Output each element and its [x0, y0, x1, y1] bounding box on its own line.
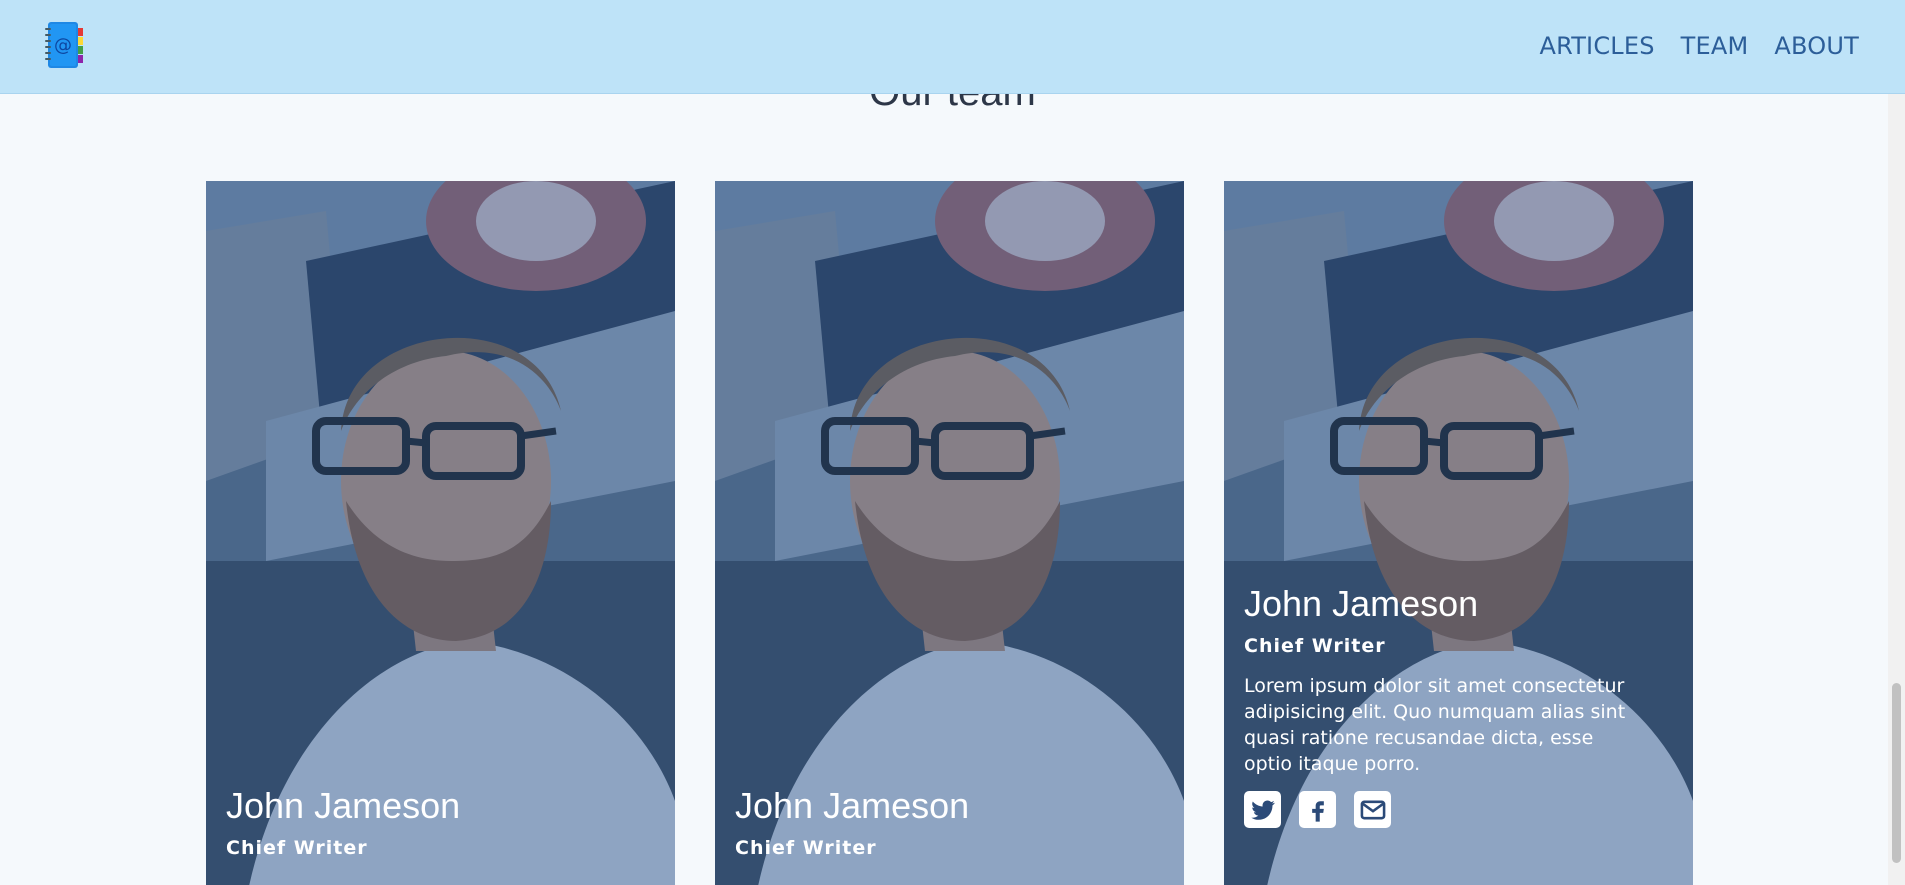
- member-info: John Jameson Chief Writer: [226, 785, 615, 875]
- nav-team[interactable]: TEAM: [1681, 32, 1749, 60]
- main-nav: ARTICLES TEAM ABOUT: [1539, 32, 1859, 60]
- member-role: Chief Writer: [735, 837, 877, 859]
- mail-icon[interactable]: [1354, 791, 1391, 828]
- scrollbar-thumb[interactable]: [1892, 683, 1901, 863]
- page-scrollbar[interactable]: [1888, 0, 1905, 885]
- member-role: Chief Writer: [1244, 635, 1386, 657]
- member-name: John Jameson: [735, 785, 970, 826]
- svg-text:@: @: [54, 35, 72, 56]
- member-bio: Lorem ipsum dolor sit amet consectetur a…: [1244, 675, 1626, 775]
- team-card-hovered[interactable]: John Jameson Chief Writer Lorem ipsum do…: [1224, 181, 1693, 885]
- social-links: [1244, 791, 1633, 828]
- team-card: John Jameson Chief Writer: [206, 181, 675, 885]
- nav-articles[interactable]: ARTICLES: [1539, 32, 1654, 60]
- team-card: John Jameson Chief Writer: [715, 181, 1184, 885]
- page: @ ARTICLES TEAM ABOUT Our team: [0, 0, 1905, 885]
- member-info: John Jameson Chief Writer Lorem ipsum do…: [1244, 583, 1633, 828]
- photo-overlay: [206, 181, 675, 885]
- nav-about[interactable]: ABOUT: [1774, 32, 1859, 60]
- address-book-logo-icon[interactable]: @: [44, 20, 84, 70]
- twitter-icon[interactable]: [1244, 791, 1281, 828]
- member-name: John Jameson: [226, 785, 461, 826]
- member-info: John Jameson Chief Writer: [735, 785, 1124, 875]
- site-header: @ ARTICLES TEAM ABOUT: [0, 0, 1905, 94]
- member-name: John Jameson: [1244, 583, 1479, 624]
- member-role: Chief Writer: [226, 837, 368, 859]
- photo-overlay: [715, 181, 1184, 885]
- facebook-icon[interactable]: [1299, 791, 1336, 828]
